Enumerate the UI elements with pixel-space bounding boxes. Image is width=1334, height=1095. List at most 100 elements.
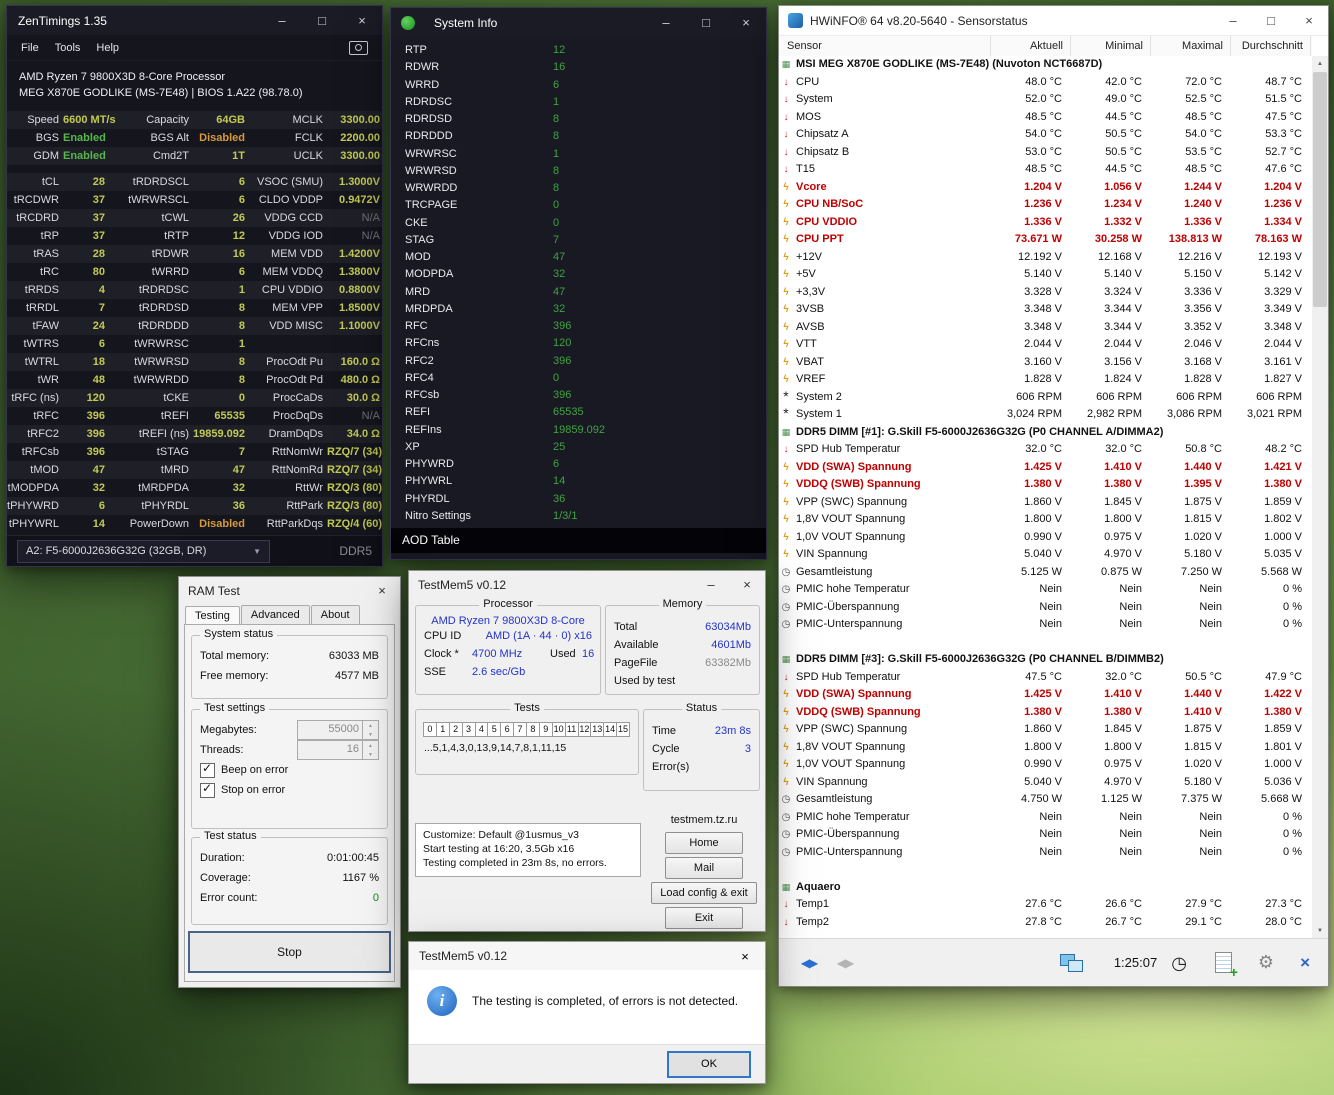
minimize-icon[interactable]: –: [693, 571, 729, 598]
home-button[interactable]: Home: [665, 832, 743, 854]
sensor-row[interactable]: ◷ PMIC-Überspannung Nein Nein Nein 0 %: [779, 599, 1312, 617]
exit-button[interactable]: Exit: [665, 907, 743, 929]
maximize-icon[interactable]: □: [1252, 6, 1290, 35]
sensor-row[interactable]: ϟ VIN Spannung 5.040 V 4.970 V 5.180 V 5.035 …: [779, 546, 1312, 564]
sensor-row[interactable]: ϟ Vcore 1.204 V 1.056 V 1.244 V 1.204 V: [779, 179, 1312, 197]
sensor-row[interactable]: ϟ 3VSB 3.348 V 3.344 V 3.356 V 3.349 V: [779, 301, 1312, 319]
clock-icon[interactable]: ◷: [1171, 954, 1187, 972]
close-icon[interactable]: ×: [342, 6, 382, 35]
sensor-row[interactable]: ↓ SPD Hub Temperatur 32.0 °C 32.0 °C 50.8 °C…: [779, 441, 1312, 459]
sensor-row[interactable]: ϟ 1,8V VOUT Spannung 1.800 V 1.800 V 1.815 V…: [779, 511, 1312, 529]
sensor-row[interactable]: ϟ CPU NB/SoC 1.236 V 1.234 V 1.240 V 1.236 V: [779, 196, 1312, 214]
ok-button[interactable]: OK: [667, 1050, 751, 1078]
checkbox-row[interactable]: Beep on error: [192, 760, 387, 780]
sensor-row[interactable]: ↓ Temp1 27.6 °C 26.6 °C 27.9 °C 27.3 °C: [779, 896, 1312, 914]
column-average[interactable]: Durchschnitt: [1231, 36, 1311, 56]
scroll-up-icon[interactable]: ▲: [1312, 56, 1328, 71]
sensor-row[interactable]: ϟ 1,8V VOUT Spannung 1.800 V 1.800 V 1.815 V…: [779, 739, 1312, 757]
checkbox-checked-icon[interactable]: [200, 781, 215, 798]
sensor-row[interactable]: ϟ 1,0V VOUT Spannung 0.990 V 0.975 V 1.020 V…: [779, 529, 1312, 547]
screenshot-camera-icon[interactable]: [349, 40, 368, 55]
stop-button[interactable]: Stop: [188, 931, 391, 973]
sensor-row[interactable]: ϟ +5V 5.140 V 5.140 V 5.150 V 5.142 V: [779, 266, 1312, 284]
sensor-row[interactable]: ϟ +12V 12.192 V 12.168 V 12.216 V 12.193 V: [779, 249, 1312, 267]
tab-testing[interactable]: Testing: [185, 606, 240, 626]
sensor-group-header[interactable]: ▦ DDR5 DIMM [#3]: G.Skill F5-6000J2636G32…: [779, 651, 1312, 669]
minimize-icon[interactable]: –: [646, 8, 686, 37]
sensor-row[interactable]: ϟ VDD (SWA) Spannung 1.425 V 1.410 V 1.440 V…: [779, 686, 1312, 704]
systeminfo-titlebar[interactable]: System Info – □ ×: [391, 8, 766, 37]
sensor-row[interactable]: ϟ 1,0V VOUT Spannung 0.990 V 0.975 V 1.020 V…: [779, 756, 1312, 774]
stepper-down-icon[interactable]: ▼: [363, 730, 378, 739]
number-stepper[interactable]: 16 ▲ ▼: [297, 740, 379, 760]
stepper-up-icon[interactable]: ▲: [363, 741, 378, 750]
sensor-row[interactable]: ϟ VPP (SWC) Spannung 1.860 V 1.845 V 1.875 V…: [779, 494, 1312, 512]
sensor-page-back-icon[interactable]: ◀▶: [791, 948, 827, 978]
scroll-down-icon[interactable]: ▼: [1312, 923, 1328, 938]
close-icon[interactable]: ×: [364, 577, 400, 604]
sensor-row[interactable]: ϟ VIN Spannung 5.040 V 4.970 V 5.180 V 5.036 …: [779, 774, 1312, 792]
sensor-row[interactable]: ◷ Gesamtleistung 5.125 W 0.875 W 7.250 W 5.56…: [779, 564, 1312, 582]
sensor-row[interactable]: ◷ PMIC hohe Temperatur Nein Nein Nein 0 %: [779, 581, 1312, 599]
stepper-down-icon[interactable]: ▼: [363, 750, 378, 759]
sensor-row[interactable]: ϟ VDDQ (SWB) Spannung 1.380 V 1.380 V 1.410 …: [779, 704, 1312, 722]
sensor-row[interactable]: ◷ PMIC-Unterspannung Nein Nein Nein 0 %: [779, 616, 1312, 634]
sensor-row[interactable]: ↓ CPU 48.0 °C 42.0 °C 72.0 °C 48.7 °C: [779, 74, 1312, 92]
sensor-row[interactable]: ϟ VDDQ (SWB) Spannung 1.380 V 1.380 V 1.395 …: [779, 476, 1312, 494]
tab-advanced[interactable]: Advanced: [240, 605, 310, 625]
close-icon[interactable]: ×: [726, 8, 766, 37]
ramtest-titlebar[interactable]: RAM Test ×: [179, 577, 400, 604]
menu-file[interactable]: File: [13, 39, 47, 57]
zentimings-titlebar[interactable]: ZenTimings 1.35 – □ ×: [7, 6, 382, 35]
close-icon[interactable]: ×: [729, 571, 765, 598]
close-icon[interactable]: ×: [725, 942, 765, 970]
sensor-group-header[interactable]: ▦ Aquaero: [779, 879, 1312, 897]
stepper-up-icon[interactable]: ▲: [363, 721, 378, 730]
vertical-scrollbar[interactable]: ▲ ▼: [1312, 56, 1328, 938]
sensor-group-header[interactable]: ▦ DDR5 DIMM [#1]: G.Skill F5-6000J2636G32…: [779, 424, 1312, 442]
maximize-icon[interactable]: □: [302, 6, 342, 35]
sensor-row[interactable]: ϟ CPU VDDIO 1.336 V 1.332 V 1.336 V 1.334 V: [779, 214, 1312, 232]
sensor-row[interactable]: ◷ Gesamtleistung 4.750 W 1.125 W 7.375 W 5.66…: [779, 791, 1312, 809]
minimize-icon[interactable]: –: [262, 6, 302, 35]
minimize-icon[interactable]: –: [1214, 6, 1252, 35]
close-sensors-icon[interactable]: ×: [1300, 953, 1310, 973]
sensor-row[interactable]: ◷ PMIC hohe Temperatur Nein Nein Nein 0 %: [779, 809, 1312, 827]
mail-button[interactable]: Mail: [665, 857, 743, 879]
number-stepper[interactable]: 55000 ▲ ▼: [297, 720, 379, 740]
checkbox-row[interactable]: Stop on error: [192, 780, 387, 800]
sensor-row[interactable]: ↓ MOS 48.5 °C 44.5 °C 48.5 °C 47.5 °C: [779, 109, 1312, 127]
sensor-row[interactable]: ϟ VBAT 3.160 V 3.156 V 3.168 V 3.161 V: [779, 354, 1312, 372]
sensor-row[interactable]: ϟ VREF 1.828 V 1.824 V 1.828 V 1.827 V: [779, 371, 1312, 389]
sensor-row[interactable]: ϟ VDD (SWA) Spannung 1.425 V 1.410 V 1.440 V…: [779, 459, 1312, 477]
sensor-row[interactable]: ↓ Temp2 27.8 °C 26.7 °C 29.1 °C 28.0 °C: [779, 914, 1312, 932]
sensor-row[interactable]: * System 1 3,024 RPM 2,982 RPM 3,086 RPM 3,02…: [779, 406, 1312, 424]
sensor-page-forward-icon[interactable]: ◀▶: [827, 948, 863, 978]
module-select[interactable]: A2: F5-6000J2636G32G (32GB, DR) ▼: [17, 539, 270, 563]
sensor-row[interactable]: ↓ SPD Hub Temperatur 47.5 °C 32.0 °C 50.5 °C…: [779, 669, 1312, 687]
sensor-row[interactable]: ϟ +3,3V 3.328 V 3.324 V 3.336 V 3.329 V: [779, 284, 1312, 302]
column-maximum[interactable]: Maximal: [1151, 36, 1231, 56]
sensor-group-header[interactable]: ▦ MSI MEG X870E GODLIKE (MS-7E48) (Nuvoto…: [779, 56, 1312, 74]
column-sensor[interactable]: Sensor: [779, 36, 991, 56]
menu-help[interactable]: Help: [88, 39, 127, 57]
testmem5-titlebar[interactable]: TestMem5 v0.12 – ×: [409, 571, 765, 598]
sensor-row[interactable]: ϟ AVSB 3.348 V 3.344 V 3.352 V 3.348 V: [779, 319, 1312, 337]
website-link[interactable]: testmem.tz.ru: [649, 814, 759, 826]
sensor-row[interactable]: ◷ PMIC-Überspannung Nein Nein Nein 0 %: [779, 826, 1312, 844]
tab-about[interactable]: About: [310, 605, 360, 625]
load-config-exit-button[interactable]: Load config & exit: [651, 882, 757, 904]
sensor-row[interactable]: ↓ System 52.0 °C 49.0 °C 52.5 °C 51.5 °C: [779, 91, 1312, 109]
sensor-row[interactable]: ↓ Chipsatz B 53.0 °C 50.5 °C 53.5 °C 52.7 °C: [779, 144, 1312, 162]
report-add-icon[interactable]: [1214, 952, 1238, 980]
settings-gear-icon[interactable]: ⚙: [1258, 952, 1274, 973]
remote-monitoring-icon[interactable]: [1059, 953, 1086, 972]
sensor-row[interactable]: ↓ Chipsatz A 54.0 °C 50.5 °C 54.0 °C 53.3 °C: [779, 126, 1312, 144]
dialog-titlebar[interactable]: TestMem5 v0.12 ×: [409, 942, 765, 970]
sensor-row[interactable]: ϟ CPU PPT 73.671 W 30.258 W 138.813 W 78.163 …: [779, 231, 1312, 249]
maximize-icon[interactable]: □: [686, 8, 726, 37]
sensor-row[interactable]: ϟ VPP (SWC) Spannung 1.860 V 1.845 V 1.875 V…: [779, 721, 1312, 739]
column-minimum[interactable]: Minimal: [1071, 36, 1151, 56]
hwinfo-titlebar[interactable]: HWiNFO® 64 v8.20-5640 - Sensorstatus – □…: [779, 6, 1328, 36]
checkbox-checked-icon[interactable]: [200, 761, 215, 778]
